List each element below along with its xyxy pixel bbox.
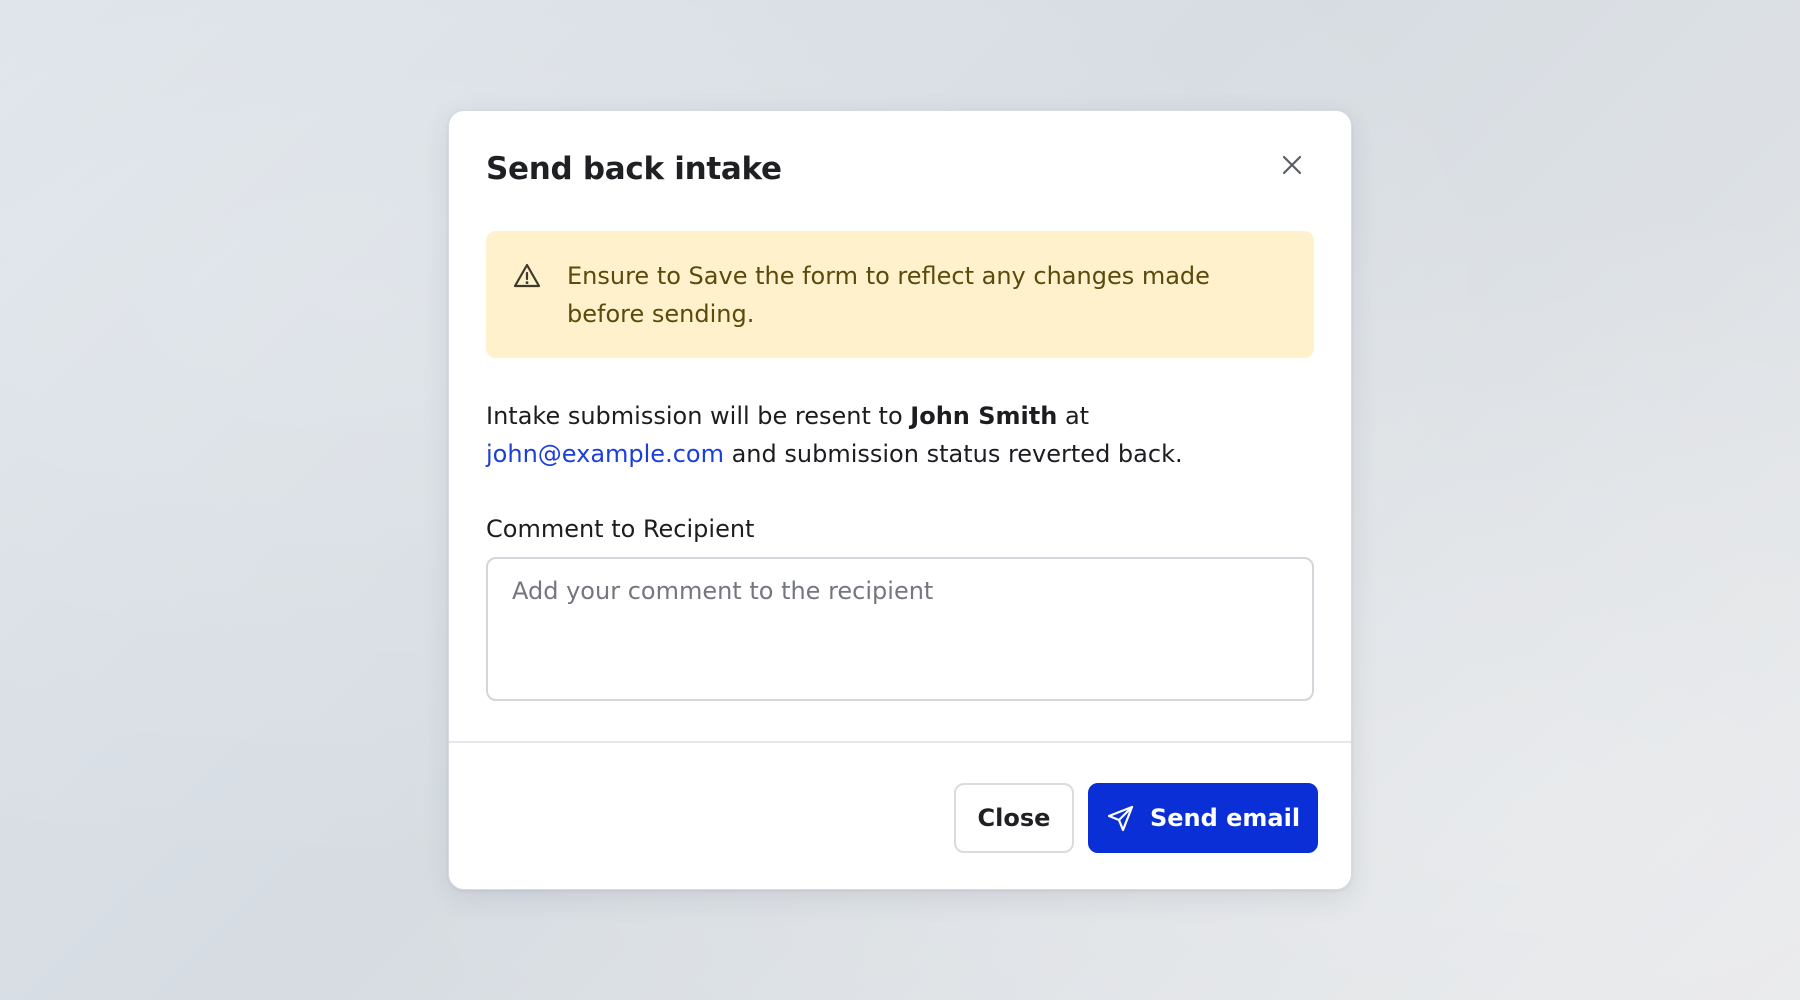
dialog-title: Send back intake bbox=[486, 151, 782, 187]
info-at: at bbox=[1057, 402, 1090, 430]
dismiss-dialog-button[interactable] bbox=[1272, 145, 1312, 185]
send-back-intake-dialog: Send back intake Ensure to Save the form… bbox=[448, 110, 1352, 890]
send-button-label: Send email bbox=[1149, 804, 1301, 832]
comment-label: Comment to Recipient bbox=[486, 515, 755, 543]
recipient-name: John Smith bbox=[910, 402, 1058, 430]
paper-plane-icon bbox=[1106, 803, 1136, 833]
warning-triangle-icon bbox=[513, 263, 541, 288]
close-button-label: Close bbox=[977, 804, 1051, 832]
warning-banner: Ensure to Save the form to reflect any c… bbox=[486, 231, 1314, 358]
comment-textarea[interactable] bbox=[486, 557, 1314, 701]
close-button[interactable]: Close bbox=[954, 783, 1074, 853]
warning-message: Ensure to Save the form to reflect any c… bbox=[567, 262, 1210, 328]
resend-info-text: Intake submission will be resent to John… bbox=[486, 397, 1326, 473]
recipient-email-link[interactable]: john@example.com bbox=[486, 440, 724, 468]
send-email-button[interactable]: Send email bbox=[1088, 783, 1318, 853]
footer-divider bbox=[449, 741, 1351, 743]
close-icon bbox=[1282, 155, 1302, 175]
info-prefix: Intake submission will be resent to bbox=[486, 402, 911, 430]
info-suffix: and submission status reverted back. bbox=[723, 440, 1183, 468]
